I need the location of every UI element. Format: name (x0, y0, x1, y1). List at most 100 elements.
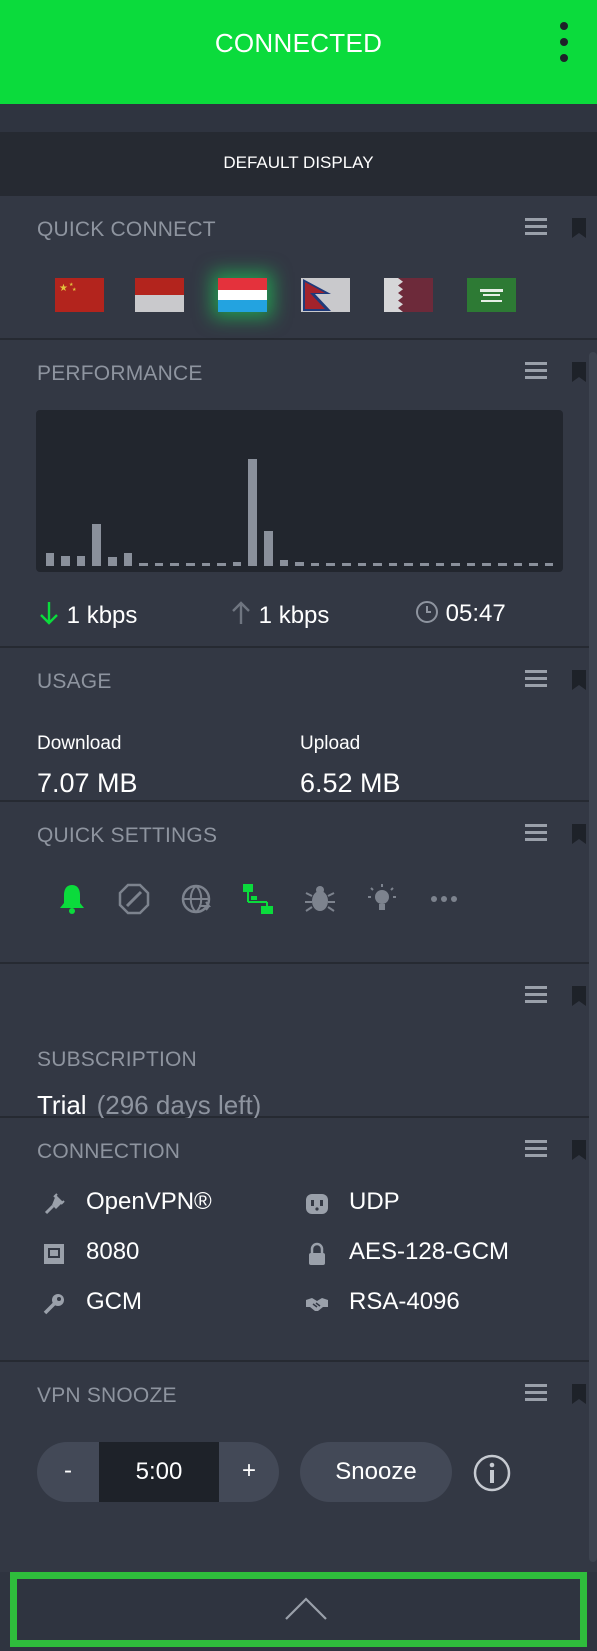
chevron-up-icon[interactable] (284, 1595, 328, 1621)
performance-bar (185, 563, 195, 566)
performance-bar (232, 561, 242, 566)
performance-bar (170, 563, 179, 566)
globe-icon[interactable] (179, 882, 213, 916)
quick-settings-icons (55, 882, 515, 918)
header-spacer (0, 104, 597, 132)
session-time-value: 05:47 (445, 600, 506, 627)
bookmark-icon[interactable] (571, 986, 587, 1006)
scrollbar[interactable] (589, 352, 597, 1562)
download-speed-value: 1 kbps (66, 602, 138, 629)
subscription-status: Trial (296 days left) (37, 1090, 261, 1121)
upload-speed: 1 kbps (230, 600, 329, 630)
performance-bar (342, 563, 351, 566)
performance-bar (373, 563, 382, 566)
block-icon[interactable] (117, 882, 151, 916)
reorder-icon[interactable] (525, 1140, 547, 1158)
bookmark-icon[interactable] (571, 1140, 587, 1160)
reorder-icon[interactable] (525, 1384, 547, 1402)
performance-bar (482, 563, 492, 566)
connection-auth: GCM (86, 1288, 142, 1315)
outlet-icon (306, 1194, 328, 1214)
svg-text:★: ★ (59, 283, 68, 294)
quick-connect-section: QUICK CONNECT ★ ★ ★ (0, 196, 597, 340)
performance-bar (529, 563, 538, 566)
performance-bar (248, 459, 257, 566)
key-icon (43, 1294, 64, 1315)
download-arrow-icon (40, 602, 58, 625)
download-label: Download (37, 733, 122, 754)
reorder-icon[interactable] (525, 986, 547, 1004)
quick-settings-title: QUICK SETTINGS (37, 824, 218, 847)
connection-protocol: OpenVPN® (86, 1188, 212, 1215)
bookmark-icon[interactable] (571, 218, 587, 238)
bookmark-icon[interactable] (571, 824, 587, 844)
performance-bar (357, 563, 367, 566)
snooze-duration-stepper: - 5:00 + (37, 1442, 279, 1502)
performance-bar (92, 523, 101, 566)
plug-icon (44, 1193, 65, 1215)
performance-bar (326, 563, 335, 566)
snooze-duration-value[interactable]: 5:00 (99, 1442, 219, 1502)
expand-bar[interactable] (10, 1572, 587, 1647)
performance-bar (217, 563, 226, 566)
quick-settings-section: QUICK SETTINGS (0, 802, 597, 964)
flag-luxembourg[interactable] (218, 278, 267, 312)
info-icon[interactable] (473, 1454, 511, 1492)
performance-bar (513, 563, 523, 566)
connection-status: CONNECTED (214, 28, 383, 58)
network-icon[interactable] (241, 882, 275, 916)
default-display-bar[interactable]: DEFAULT DISPLAY (0, 132, 597, 196)
performance-title: PERFORMANCE (37, 362, 203, 385)
reorder-icon[interactable] (525, 824, 547, 842)
snooze-button[interactable]: Snooze (300, 1442, 452, 1502)
vpn-snooze-section: VPN SNOOZE - 5:00 + Snooze (0, 1362, 597, 1572)
upload-value: 6.52 MB (300, 768, 401, 798)
bookmark-icon[interactable] (571, 1384, 587, 1404)
connection-port: 8080 (86, 1238, 140, 1265)
performance-bar (420, 563, 429, 566)
flag-qatar[interactable] (384, 278, 433, 312)
quick-connect-flags: ★ ★ ★ (55, 278, 555, 312)
connection-title: CONNECTION (37, 1140, 181, 1163)
performance-bar (201, 563, 211, 566)
snooze-increase-button[interactable]: + (219, 1442, 279, 1502)
performance-bar (139, 563, 148, 566)
more-icon[interactable] (427, 882, 461, 916)
default-display-label: DEFAULT DISPLAY (223, 153, 374, 172)
download-speed: 1 kbps (38, 600, 137, 630)
reorder-icon[interactable] (525, 362, 547, 380)
reorder-icon[interactable] (525, 218, 547, 236)
subscription-days-left: (296 days left) (96, 1090, 262, 1120)
performance-bar (544, 563, 554, 566)
flag-saudi-arabia[interactable] (467, 278, 516, 312)
clock-icon (416, 601, 438, 623)
upload-arrow-icon (232, 601, 250, 624)
subscription-title: SUBSCRIPTION (37, 1048, 197, 1071)
bulb-icon[interactable] (365, 882, 399, 916)
performance-bar (45, 552, 55, 566)
bell-icon[interactable] (55, 882, 89, 916)
bookmark-icon[interactable] (571, 362, 587, 382)
bookmark-icon[interactable] (571, 670, 587, 690)
flag-indonesia[interactable] (135, 278, 184, 312)
flag-china[interactable]: ★ ★ ★ (55, 278, 104, 312)
performance-bar (310, 563, 320, 566)
quick-connect-title: QUICK CONNECT (37, 218, 216, 241)
performance-bar (466, 563, 476, 566)
connection-handshake: RSA-4096 (349, 1288, 460, 1315)
snooze-decrease-button[interactable]: - (37, 1442, 99, 1502)
session-time: 05:47 (415, 600, 506, 628)
performance-bar (107, 557, 117, 566)
subscription-section: SUBSCRIPTION Trial (296 days left) (0, 964, 597, 1121)
kebab-menu-icon[interactable] (557, 22, 571, 66)
performance-bar (498, 563, 507, 566)
performance-bar (295, 561, 304, 566)
flag-nepal[interactable] (301, 278, 350, 312)
subscription-plan: Trial (37, 1090, 87, 1120)
performance-bar (451, 563, 460, 566)
performance-bar (123, 552, 133, 566)
upload-speed-value: 1 kbps (258, 602, 330, 629)
bug-icon[interactable] (303, 882, 337, 916)
reorder-icon[interactable] (525, 670, 547, 688)
port-icon (44, 1244, 64, 1264)
